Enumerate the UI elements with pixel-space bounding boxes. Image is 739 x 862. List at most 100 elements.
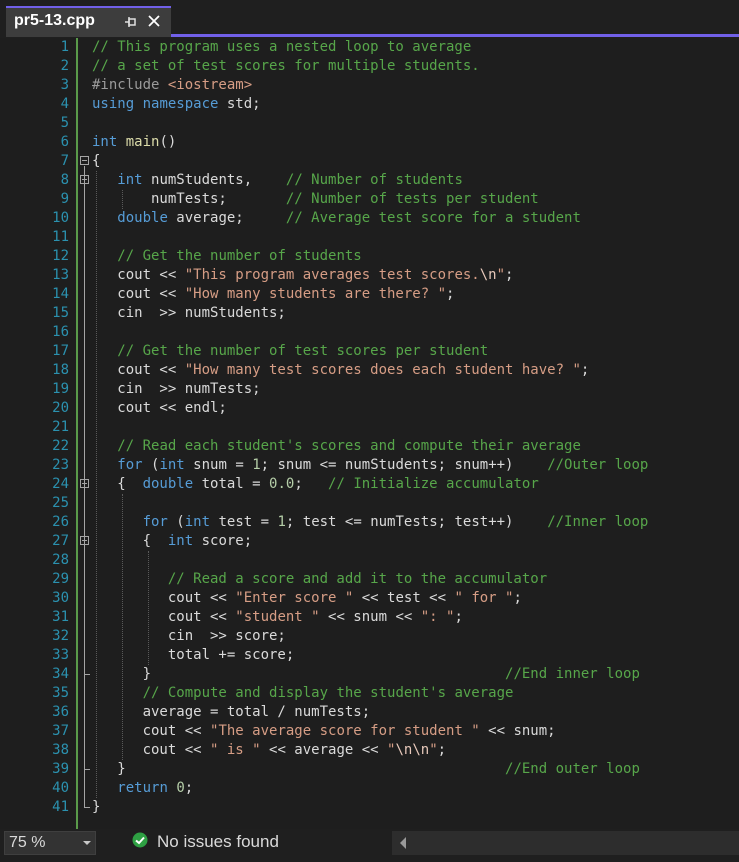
code-token: 1 bbox=[252, 457, 261, 473]
code-line[interactable]: 9 numTests; // Number of tests per stude… bbox=[0, 190, 739, 209]
code-line[interactable]: 23 for (int snum = 1; snum <= numStudent… bbox=[0, 456, 739, 475]
code-line[interactable]: 22 // Read each student's scores and com… bbox=[0, 437, 739, 456]
code-token: //Inner loop bbox=[547, 514, 649, 530]
code-text: } bbox=[92, 798, 100, 817]
code-token: ": " bbox=[420, 609, 455, 625]
indent-guide bbox=[96, 171, 97, 798]
code-line[interactable]: 19 cin >> numTests; bbox=[0, 380, 739, 399]
code-line[interactable]: 30 cout << "Enter score " << test << " f… bbox=[0, 589, 739, 608]
line-number: 13 bbox=[52, 267, 69, 283]
code-line[interactable]: 20 cout << endl; bbox=[0, 399, 739, 418]
code-line[interactable]: 12 // Get the number of students bbox=[0, 247, 739, 266]
code-line[interactable]: 27 { int score; bbox=[0, 532, 739, 551]
line-number: 12 bbox=[52, 248, 69, 264]
code-line[interactable]: 16 bbox=[0, 323, 739, 342]
code-line[interactable]: 36 average = total / numTests; bbox=[0, 703, 739, 722]
code-line[interactable]: 41} bbox=[0, 798, 739, 817]
code-text: // Get the number of students bbox=[92, 247, 361, 266]
code-text: int numStudents, // Number of students bbox=[92, 171, 463, 190]
code-line[interactable]: 17 // Get the number of test scores per … bbox=[0, 342, 739, 361]
code-token: () bbox=[159, 134, 177, 150]
zoom-dropdown[interactable]: 75 % bbox=[4, 831, 96, 855]
code-line[interactable]: 34 } //End inner loop bbox=[0, 665, 739, 684]
code-line[interactable]: 10 double average; // Average test score… bbox=[0, 209, 739, 228]
code-line[interactable]: 2 // a set of test scores for multiple st… bbox=[0, 57, 739, 76]
code-line[interactable]: 13 cout << "This program averages test s… bbox=[0, 266, 739, 285]
code-line[interactable]: 28 bbox=[0, 551, 739, 570]
code-token: #include bbox=[92, 77, 168, 93]
code-text: numTests; // Number of tests per student bbox=[92, 190, 539, 209]
code-text: double average; // Average test score fo… bbox=[92, 209, 581, 228]
code-token: <iostream> bbox=[167, 77, 253, 93]
tab-pr5-13-cpp[interactable]: pr5-13.cpp bbox=[6, 6, 171, 37]
code-line[interactable]: 37 cout << "The average score for studen… bbox=[0, 722, 739, 741]
line-number: 40 bbox=[52, 780, 69, 796]
code-line[interactable]: 14 cout << "How many students are there?… bbox=[0, 285, 739, 304]
code-text: cout << "Enter score " << test << " for … bbox=[92, 589, 522, 608]
code-token: average; bbox=[167, 210, 286, 226]
line-number: 3 bbox=[60, 77, 69, 93]
code-token: // Read each student's scores and comput… bbox=[117, 438, 581, 454]
line-number: 9 bbox=[60, 191, 69, 207]
code-line[interactable]: 5 bbox=[0, 114, 739, 133]
code-line[interactable]: 6 int main() bbox=[0, 133, 739, 152]
code-text: // Read a score and add it to the accumu… bbox=[92, 570, 547, 589]
horizontal-scrollbar[interactable] bbox=[416, 831, 739, 855]
code-line[interactable]: 8 int numStudents, // Number of students bbox=[0, 171, 739, 190]
code-line[interactable]: 31 cout << "student " << snum << ": "; bbox=[0, 608, 739, 627]
code-line[interactable]: 32 cin >> score; bbox=[0, 627, 739, 646]
code-token: } bbox=[92, 761, 506, 777]
fold-end-marker bbox=[84, 807, 90, 808]
code-token: //End inner loop bbox=[505, 666, 640, 682]
close-icon[interactable] bbox=[146, 13, 162, 29]
code-token: ; bbox=[294, 476, 329, 492]
code-token: ( bbox=[167, 514, 185, 530]
scroll-left-arrow[interactable] bbox=[392, 831, 416, 855]
line-number: 41 bbox=[52, 799, 69, 815]
code-token: // Read a score and add it to the accumu… bbox=[167, 571, 548, 587]
code-line[interactable]: 24 { double total = 0.0; // Initialize a… bbox=[0, 475, 739, 494]
collapse-icon[interactable] bbox=[80, 156, 89, 165]
indent-guide bbox=[122, 190, 123, 209]
code-line[interactable]: 26 for (int test = 1; test <= numTests; … bbox=[0, 513, 739, 532]
code-line[interactable]: 33 total += score; bbox=[0, 646, 739, 665]
code-line[interactable]: 38 cout << " is " << average << "\n\n"; bbox=[0, 741, 739, 760]
issues-status[interactable]: No issues found bbox=[157, 832, 279, 852]
pin-icon[interactable] bbox=[124, 14, 138, 30]
code-token: cout << bbox=[92, 286, 185, 302]
code-text: } //End outer loop bbox=[92, 760, 640, 779]
code-text: int main() bbox=[92, 133, 176, 152]
code-line[interactable]: 3 #include <iostream> bbox=[0, 76, 739, 95]
line-number: 36 bbox=[52, 704, 69, 720]
code-text: #include <iostream> bbox=[92, 76, 252, 95]
code-line[interactable]: 40 return 0; bbox=[0, 779, 739, 798]
code-line[interactable]: 4 using namespace std; bbox=[0, 95, 739, 114]
code-line[interactable]: 25 bbox=[0, 494, 739, 513]
line-number: 8 bbox=[60, 172, 69, 188]
line-number: 10 bbox=[52, 210, 69, 226]
code-line[interactable]: 21 bbox=[0, 418, 739, 437]
code-line[interactable]: 7{ bbox=[0, 152, 739, 171]
code-token: ; bbox=[437, 742, 447, 758]
code-token: ; bbox=[505, 267, 514, 283]
check-circle-icon[interactable] bbox=[132, 832, 148, 848]
code-line[interactable]: 11 bbox=[0, 228, 739, 247]
code-line[interactable]: 15 cin >> numStudents; bbox=[0, 304, 739, 323]
code-text: for (int snum = 1; snum <= numStudents; … bbox=[92, 456, 648, 475]
code-line[interactable]: 29 // Read a score and add it to the acc… bbox=[0, 570, 739, 589]
code-line[interactable]: 18 cout << "How many test scores does ea… bbox=[0, 361, 739, 380]
code-text: cout << "How many students are there? "; bbox=[92, 285, 454, 304]
code-line[interactable]: 1 // This program uses a nested loop to a… bbox=[0, 38, 739, 57]
line-number: 35 bbox=[52, 685, 69, 701]
code-line[interactable]: 35 // Compute and display the student's … bbox=[0, 684, 739, 703]
code-token: test = bbox=[210, 514, 278, 530]
code-token: // Compute and display the student's ave… bbox=[142, 685, 514, 701]
indent-guide bbox=[148, 551, 149, 665]
code-line[interactable]: 39 } //End outer loop bbox=[0, 760, 739, 779]
code-token: cin >> numTests; bbox=[92, 381, 261, 397]
code-token: // Number of tests per student bbox=[285, 191, 539, 207]
code-token: snum = bbox=[184, 457, 253, 473]
code-editor[interactable]: 1 // This program uses a nested loop to a… bbox=[0, 38, 739, 836]
code-text: } //End inner loop bbox=[92, 665, 640, 684]
